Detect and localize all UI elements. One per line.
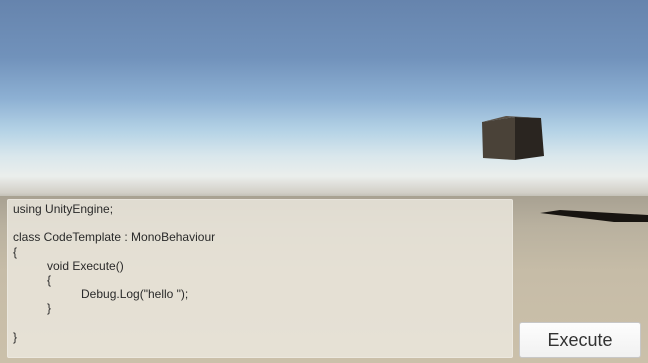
code-line: } [47,301,52,316]
code-line: { [47,272,52,287]
code-line: void Execute() [47,258,124,273]
code-line: } [13,329,18,344]
code-line: using UnityEngine; [13,202,114,216]
code-line: { [13,244,18,259]
execute-button-label: Execute [547,329,613,350]
code-line: class CodeTemplate : MonoBehaviour [13,230,216,245]
execute-button[interactable]: Execute [519,322,641,358]
code-editor[interactable]: using UnityEngine; class CodeTemplate : M… [7,199,513,358]
code-line: Debug.Log("hello "); [81,287,189,302]
